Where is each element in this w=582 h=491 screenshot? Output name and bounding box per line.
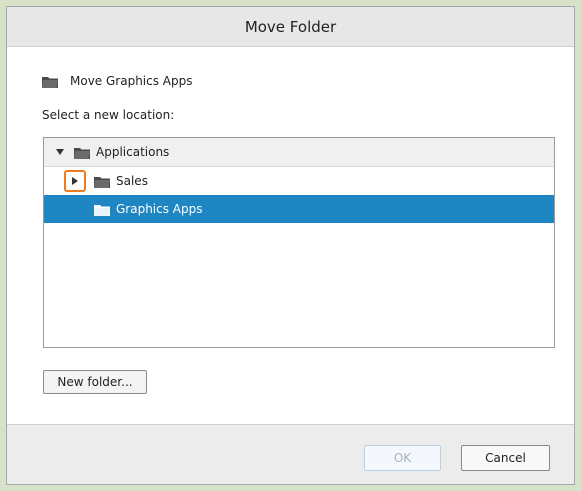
tree-node-graphics-apps[interactable]: Graphics Apps: [44, 195, 554, 223]
dialog-titlebar: Move Folder: [7, 7, 574, 47]
tree-node-label: Sales: [116, 174, 148, 188]
new-folder-button[interactable]: New folder...: [43, 370, 147, 394]
folder-icon: [94, 204, 110, 216]
move-subject-label: Move Graphics Apps: [70, 74, 193, 88]
folder-icon: [42, 76, 58, 88]
folder-tree[interactable]: Applications Sales Graphics Apps: [43, 137, 555, 348]
move-folder-dialog: Move Folder Move Graphics Apps Select a …: [6, 6, 575, 485]
folder-icon: [94, 176, 110, 188]
expander-highlight[interactable]: [64, 170, 86, 192]
expand-right-icon[interactable]: [72, 177, 78, 185]
cancel-button[interactable]: Cancel: [461, 445, 550, 471]
tree-node-label: Applications: [96, 145, 170, 159]
tree-node-sales[interactable]: Sales: [44, 167, 554, 195]
location-prompt: Select a new location:: [42, 108, 175, 122]
tree-node-applications[interactable]: Applications: [44, 138, 554, 167]
ok-button[interactable]: OK: [364, 445, 441, 471]
dialog-title: Move Folder: [244, 17, 337, 36]
dialog-footer: OK Cancel: [7, 424, 574, 484]
folder-icon: [74, 147, 90, 159]
move-subject: Move Graphics Apps: [42, 74, 193, 88]
tree-node-label: Graphics Apps: [116, 202, 203, 216]
expand-down-icon[interactable]: [56, 149, 64, 155]
